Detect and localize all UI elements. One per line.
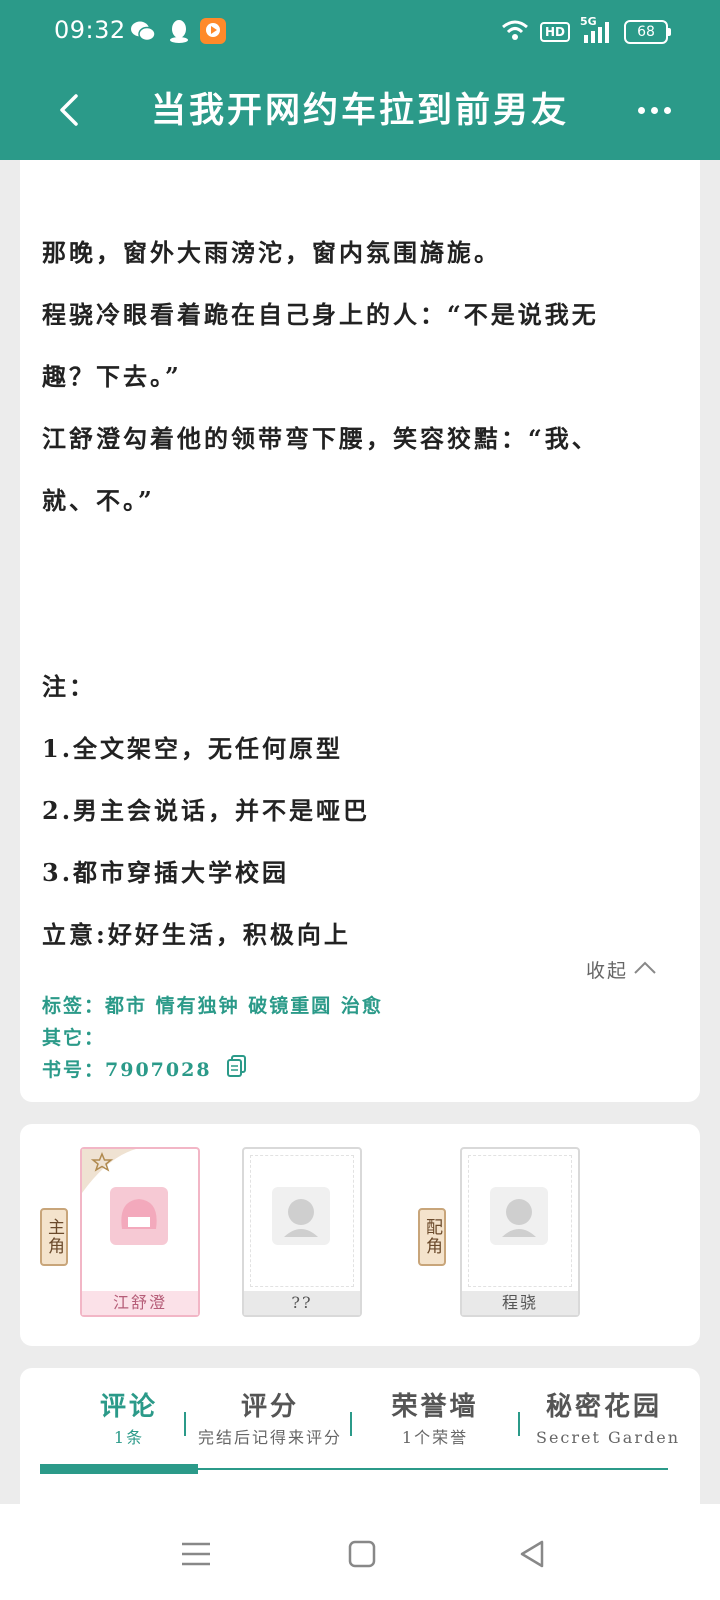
intro-line: 趣？下去。” <box>42 362 182 391</box>
tab-title: 秘密花园 <box>545 1392 662 1422</box>
copy-icon[interactable] <box>226 1054 248 1088</box>
page-title: 当我开网约车拉到前男友 <box>150 91 569 131</box>
home-icon[interactable] <box>344 1536 380 1572</box>
tab-subtitle: Secret Garden <box>536 1428 681 1447</box>
status-time: 09:32 <box>54 16 126 44</box>
back-arrow-icon[interactable] <box>50 88 94 132</box>
more-dots-icon[interactable] <box>632 96 676 124</box>
tab-title: 荣誉墙 <box>391 1392 479 1422</box>
intro-line: 江舒澄勾着他的领带弯下腰，笑容狡黠：“我、 <box>42 424 599 453</box>
collapse-label: 收起 <box>585 960 628 982</box>
character-name: 程骁 <box>462 1291 578 1315</box>
wechat-icon <box>130 18 156 44</box>
tab-subtitle: 完结后记得来评分 <box>197 1428 342 1447</box>
app-header: 09:32 HD 5G 68 当我开网约车拉到前男友 <box>0 0 720 160</box>
character-item[interactable]: ?? <box>242 1147 362 1317</box>
tab-rating[interactable]: 评分 完结后记得来评分 <box>190 1390 350 1452</box>
video-app-icon <box>200 18 226 44</box>
status-indicators: HD 5G 68 <box>500 15 671 46</box>
wifi-icon <box>500 18 530 46</box>
avatar-placeholder-icon <box>490 1187 548 1245</box>
tab-divider <box>518 1412 520 1436</box>
tags-row[interactable]: 标签：都市 情有独钟 破镜重圆 治愈 <box>42 990 383 1022</box>
book-id-label: 书号：7907028 <box>42 1059 212 1081</box>
collapse-button[interactable]: 收起 <box>586 956 658 983</box>
tabs-card: 评论 1条 评分 完结后记得来评分 荣誉墙 1个荣誉 秘密花园 Secret G… <box>20 1368 700 1504</box>
hd-badge: HD <box>539 22 570 42</box>
back-triangle-icon[interactable] <box>514 1536 550 1572</box>
tab-subtitle: 1条 <box>113 1428 145 1447</box>
status-bar: 09:32 HD 5G 68 <box>0 0 720 64</box>
intro-line: 1.全文架空，无任何原型 <box>42 734 344 763</box>
character-item[interactable]: 程骁 <box>460 1147 580 1317</box>
other-row: 其它： <box>42 1027 106 1049</box>
intro-line-blank <box>42 532 682 594</box>
menu-icon[interactable] <box>178 1536 214 1572</box>
tab-divider <box>350 1412 352 1436</box>
intro-line-blank <box>42 594 682 656</box>
intro-line: 那晚，窗外大雨滂沱，窗内氛围旖旎。 <box>42 238 501 267</box>
intro-line: 程骁冷眼看着跪在自己身上的人：“不是说我无 <box>42 300 599 329</box>
character-name: ?? <box>244 1291 360 1315</box>
character-item[interactable]: 江舒澄 <box>80 1147 200 1317</box>
book-intro-card: 那晚，窗外大雨滂沱，窗内氛围旖旎。 程骁冷眼看着跪在自己身上的人：“不是说我无 … <box>20 160 700 1102</box>
battery-icon: 68 <box>624 20 671 44</box>
intro-line: 就、不。” <box>42 486 155 515</box>
intro-line: 2.男主会说话，并不是哑巴 <box>42 796 371 825</box>
system-nav-bar <box>0 1504 720 1600</box>
book-intro-text: 那晚，窗外大雨滂沱，窗内氛围旖旎。 程骁冷眼看着跪在自己身上的人：“不是说我无 … <box>42 222 682 966</box>
book-id-row: 书号：7907028 <box>42 1054 383 1086</box>
signal-icon: 5G <box>580 15 614 45</box>
tab-title: 评分 <box>240 1392 299 1422</box>
avatar-placeholder-icon <box>272 1187 330 1245</box>
tab-divider <box>184 1412 186 1436</box>
intro-line: 注： <box>42 672 96 701</box>
book-meta: 标签：都市 情有独钟 破镜重圆 治愈 其它： 书号：7907028 <box>42 990 383 1086</box>
intro-line: 3.都市穿插大学校园 <box>42 858 290 887</box>
chevron-up-icon <box>632 959 658 981</box>
tab-active-indicator <box>40 1464 198 1474</box>
support-role-tag: 配角 <box>418 1208 446 1266</box>
character-name: 江舒澄 <box>82 1291 198 1315</box>
main-role-tag: 主角 <box>40 1208 68 1266</box>
nav-bar: 当我开网约车拉到前男友 <box>0 64 720 160</box>
tab-title: 评论 <box>99 1392 158 1422</box>
tab-comments[interactable]: 评论 1条 <box>70 1390 188 1452</box>
avatar <box>110 1187 168 1245</box>
qq-icon <box>166 18 192 44</box>
character-card: 主角 江舒澄 ?? 配角 程骁 <box>20 1124 700 1346</box>
tab-secret-garden[interactable]: 秘密花园 Secret Garden <box>536 1390 681 1452</box>
tab-subtitle: 1个荣誉 <box>401 1428 469 1447</box>
tab-honor-wall[interactable]: 荣誉墙 1个荣誉 <box>368 1390 502 1452</box>
